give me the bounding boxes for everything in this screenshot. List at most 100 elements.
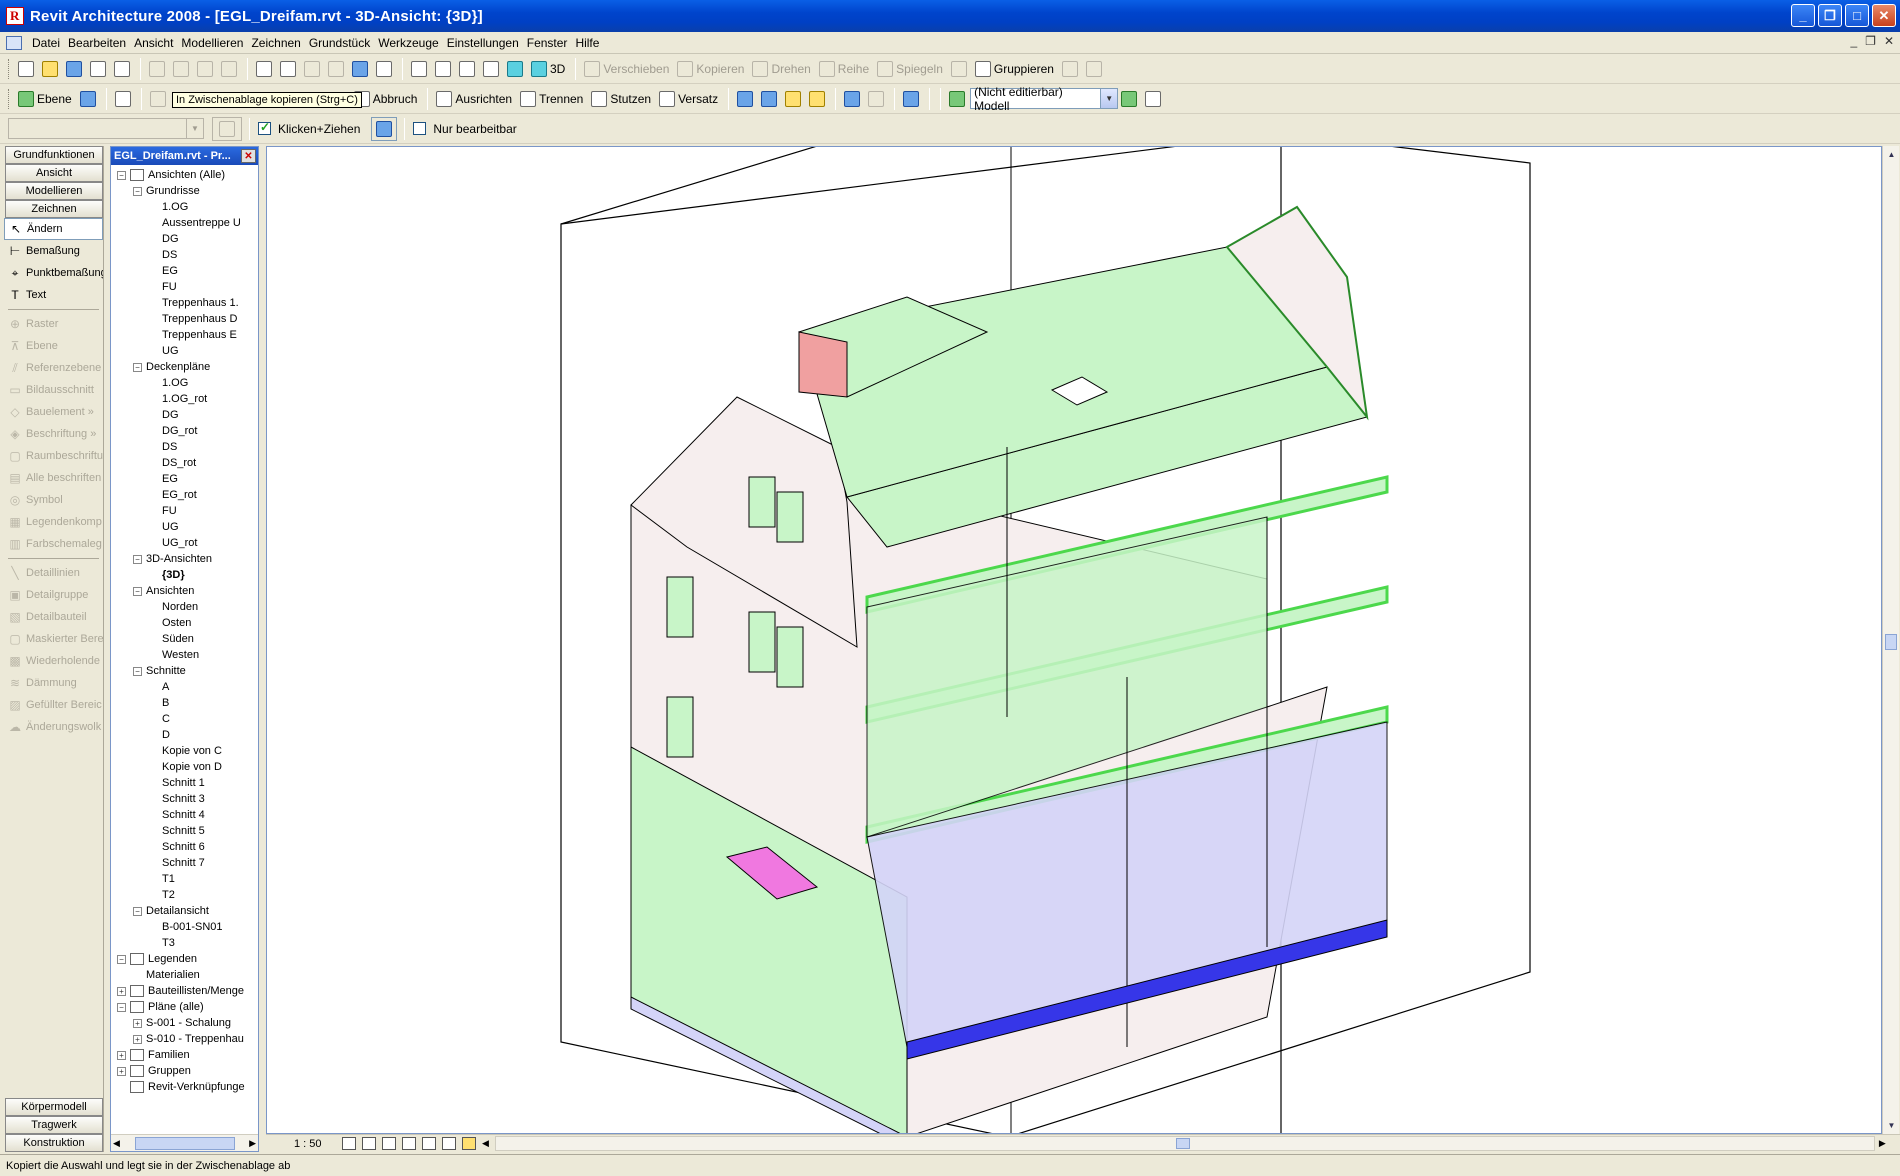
tool-grid[interactable]: ⊕ Raster (4, 313, 103, 335)
menu-zeichnen[interactable]: Zeichnen (247, 33, 304, 53)
tree-node[interactable]: Schnitt 3 (111, 791, 258, 807)
tool-dimension[interactable]: ⊢ Bemaßung (4, 240, 103, 262)
tool-level[interactable]: ⊼ Ebene (4, 335, 103, 357)
cut-geometry-button[interactable] (782, 87, 804, 111)
tool-filled-region[interactable]: ▨ Gefüllter Bereic (4, 694, 103, 716)
browser-horizontal-scrollbar[interactable]: ◀ ▶ (111, 1134, 258, 1151)
copy-tool-button[interactable]: Kopieren (674, 57, 747, 81)
undo-button[interactable] (253, 57, 275, 81)
align-button[interactable]: Ausrichten (433, 87, 515, 111)
mdi-close-button[interactable]: ✕ (1884, 34, 1894, 48)
delete-button[interactable] (218, 57, 240, 81)
tree-node[interactable]: 1.OG (111, 199, 258, 215)
tool-masking-region[interactable]: ▢ Maskierter Bere (4, 628, 103, 650)
tree-node[interactable]: {3D} (111, 567, 258, 583)
move-button[interactable]: Verschieben (581, 57, 672, 81)
collapse-icon[interactable]: − (133, 186, 142, 196)
level-button[interactable]: Ebene (15, 87, 75, 111)
collapse-icon[interactable]: − (133, 906, 142, 916)
tree-node[interactable]: DG (111, 407, 258, 423)
tree-node[interactable]: Treppenhaus D (111, 311, 258, 327)
tree-node[interactable]: UG (111, 519, 258, 535)
scroll-left-icon[interactable]: ◀ (482, 1138, 489, 1149)
toolbar-grip[interactable] (8, 58, 11, 79)
tree-node[interactable]: − Schnitte (111, 663, 258, 679)
mirror-button[interactable]: Spiegeln (874, 57, 946, 81)
expand-icon[interactable]: + (117, 1050, 126, 1060)
view-list-button[interactable] (480, 57, 502, 81)
paste-button[interactable] (194, 57, 216, 81)
tree-node[interactable]: D (111, 727, 258, 743)
tool-room-tag[interactable]: ▢ Raumbeschriftu (4, 445, 103, 467)
vertical-scroll-thumb[interactable] (1885, 634, 1897, 650)
scroll-down-icon[interactable]: ▼ (1884, 1118, 1899, 1133)
show-crop-icon[interactable] (422, 1137, 436, 1150)
group-button[interactable]: Gruppieren (972, 57, 1057, 81)
shading-button[interactable] (504, 57, 526, 81)
pin-button[interactable] (1059, 57, 1081, 81)
new-button[interactable] (15, 57, 37, 81)
tool-color-scheme[interactable]: ▥ Farbschemaleg (4, 533, 103, 555)
tree-node[interactable]: DS_rot (111, 455, 258, 471)
tree-node[interactable]: T2 (111, 887, 258, 903)
structural-button[interactable] (900, 87, 922, 111)
tab-ansicht[interactable]: Ansicht (5, 164, 103, 182)
menu-grundstueck[interactable]: Grundstück (305, 33, 374, 53)
tree-node[interactable]: Schnitt 7 (111, 855, 258, 871)
menu-werkzeuge[interactable]: Werkzeuge (374, 33, 442, 53)
visibility-button[interactable] (408, 57, 430, 81)
tree-node[interactable]: + Bauteillisten/Menge (111, 983, 258, 999)
click-drag-checkbox[interactable]: Klicken+Ziehen (255, 117, 363, 141)
tool-repeating-detail[interactable]: ▩ Wiederholende (4, 650, 103, 672)
tree-node[interactable]: DG_rot (111, 423, 258, 439)
tree-node[interactable]: Schnitt 5 (111, 823, 258, 839)
tool-text[interactable]: T Text (4, 284, 103, 306)
tree-node[interactable]: − Deckenpläne (111, 359, 258, 375)
tree-node[interactable]: − Ansichten (111, 583, 258, 599)
tree-node[interactable]: + S-010 - Treppenhau (111, 1031, 258, 1047)
temporary-hide-icon[interactable] (442, 1137, 456, 1150)
uncut-geometry-button[interactable] (806, 87, 828, 111)
properties-button[interactable] (349, 57, 371, 81)
tree-node[interactable]: DS (111, 439, 258, 455)
scroll-up-icon[interactable]: ▲ (1884, 147, 1899, 162)
tab-konstruktion[interactable]: Konstruktion (5, 1134, 103, 1152)
tree-node[interactable]: − Legenden (111, 951, 258, 967)
menu-fenster[interactable]: Fenster (523, 33, 572, 53)
view-scale[interactable]: 1 : 50 (294, 1138, 342, 1150)
print-button[interactable] (111, 57, 133, 81)
collapse-icon[interactable]: − (117, 954, 126, 964)
toolbar-grip[interactable] (8, 88, 11, 109)
minimize-button[interactable]: _ (1791, 4, 1815, 27)
tool-reference-plane[interactable]: ⫽ Referenzebene (4, 357, 103, 379)
expand-icon[interactable]: + (117, 986, 126, 996)
tree-node[interactable]: + Familien (111, 1047, 258, 1063)
thin-lines-button[interactable] (456, 57, 478, 81)
tree-node[interactable]: EG (111, 263, 258, 279)
grid-button[interactable] (77, 87, 99, 111)
tree-node[interactable]: EG_rot (111, 487, 258, 503)
tree-node[interactable]: − Ansichten (Alle) (111, 167, 258, 183)
tool-cursor-arrow[interactable]: ↖ Ändern (4, 218, 103, 240)
redo-list-button[interactable] (325, 57, 347, 81)
join-button[interactable] (734, 87, 756, 111)
tree-node[interactable]: + Gruppen (111, 1063, 258, 1079)
mdi-restore-button[interactable]: ❐ (1865, 34, 1876, 48)
tree-node[interactable]: Revit-Verknüpfunge (111, 1079, 258, 1095)
tree-node[interactable]: Aussentreppe U (111, 215, 258, 231)
tree-node[interactable]: T1 (111, 871, 258, 887)
open-button[interactable] (39, 57, 61, 81)
expand-icon[interactable]: + (133, 1034, 142, 1044)
tree-node[interactable]: Kopie von D (111, 759, 258, 775)
menu-ansicht[interactable]: Ansicht (130, 33, 177, 53)
filter-button[interactable] (371, 116, 398, 141)
scroll-right-icon[interactable]: ▶ (249, 1138, 256, 1149)
3d-view-canvas[interactable] (266, 146, 1882, 1134)
tree-node[interactable]: + S-001 - Schalung (111, 1015, 258, 1031)
tool-symbol[interactable]: ◎ Symbol (4, 489, 103, 511)
tree-node[interactable]: −3D-Ansichten (111, 551, 258, 567)
tree-node[interactable]: DS (111, 247, 258, 263)
tree-node[interactable]: B (111, 695, 258, 711)
tree-node[interactable]: 1.OG_rot (111, 391, 258, 407)
tree-node[interactable]: 1.OG (111, 375, 258, 391)
